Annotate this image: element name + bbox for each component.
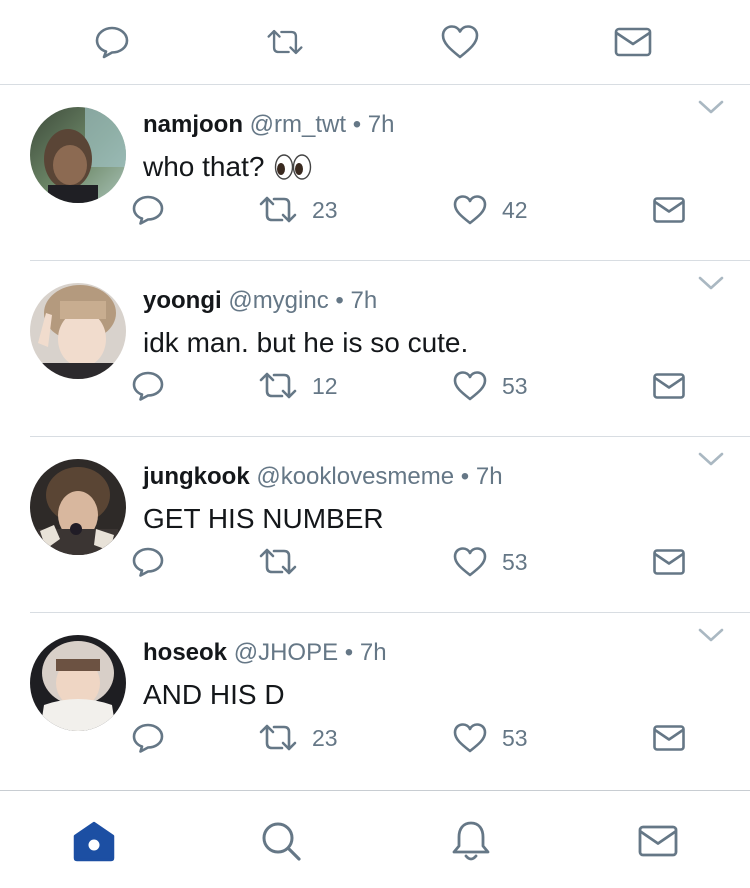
like-icon	[453, 723, 487, 753]
home-icon	[73, 821, 115, 862]
retweet-icon	[259, 372, 297, 399]
reply-icon	[132, 547, 164, 577]
display-name[interactable]: yoongi	[143, 287, 222, 314]
timestamp[interactable]: 7h	[368, 111, 395, 138]
reply-button[interactable]	[130, 545, 166, 579]
nav-home[interactable]	[72, 819, 116, 863]
tweet-text: who that?	[143, 151, 265, 182]
retweet-icon	[267, 29, 303, 55]
display-name[interactable]: namjoon	[143, 111, 243, 138]
like-button[interactable]: 53	[452, 721, 528, 755]
reply-button[interactable]	[130, 721, 166, 755]
notifications-icon	[452, 821, 490, 861]
nav-messages[interactable]	[636, 819, 680, 863]
reply-button[interactable]	[130, 193, 166, 227]
like-icon	[453, 371, 487, 401]
user-handle[interactable]: @JHOPE	[234, 639, 338, 666]
like-button[interactable]: 42	[452, 193, 528, 227]
reply-icon	[95, 26, 129, 59]
avatar[interactable]	[30, 107, 126, 203]
avatar[interactable]	[30, 635, 126, 731]
top-reply-button[interactable]	[92, 22, 132, 62]
retweet-icon	[259, 724, 297, 751]
reply-button[interactable]	[130, 369, 166, 403]
reply-icon	[132, 723, 164, 753]
chevron-down-icon[interactable]	[696, 273, 726, 293]
timestamp[interactable]: 7h	[476, 463, 503, 490]
tweet-header: hoseok @JHOPE • 7h	[143, 639, 387, 667]
direct-message-icon	[614, 27, 652, 57]
tweet-header: yoongi @myginc • 7h	[143, 287, 377, 315]
tweet-text: GET HIS NUMBER	[143, 503, 384, 534]
tweet-4[interactable]: hoseok @JHOPE • 7h AND HIS D 23 53	[0, 613, 750, 789]
like-count: 53	[502, 548, 528, 575]
avatar[interactable]	[30, 459, 126, 555]
top-retweet-button[interactable]	[265, 22, 305, 62]
eyes-emoji-icon	[275, 154, 312, 180]
display-name[interactable]: jungkook	[143, 463, 250, 490]
retweet-icon	[259, 196, 297, 223]
separator-dot: •	[335, 287, 344, 314]
timestamp[interactable]: 7h	[360, 639, 387, 666]
top-like-button[interactable]	[440, 22, 480, 62]
tweet-3[interactable]: jungkook @kooklovesmeme • 7h GET HIS NUM…	[0, 437, 750, 613]
chevron-down-icon[interactable]	[696, 449, 726, 469]
tweet-1[interactable]: namjoon @rm_twt • 7h who that? 23 42	[0, 85, 750, 261]
direct-message-button[interactable]	[652, 545, 686, 579]
timestamp[interactable]: 7h	[350, 287, 377, 314]
tweet-2[interactable]: yoongi @myginc • 7h idk man. but he is s…	[0, 261, 750, 437]
retweet-button[interactable]: 12	[258, 369, 338, 403]
user-handle[interactable]: @rm_twt	[250, 111, 346, 138]
direct-message-button[interactable]	[652, 369, 686, 403]
like-icon	[453, 547, 487, 577]
tweet-text-container: AND HIS D	[143, 679, 285, 711]
top-action-bar	[0, 0, 750, 85]
retweet-button[interactable]: 23	[258, 193, 338, 227]
bottom-navigation-bar	[0, 790, 750, 888]
direct-message-button[interactable]	[652, 193, 686, 227]
tweet-text-container: who that?	[143, 151, 312, 183]
like-icon	[441, 25, 479, 59]
separator-dot: •	[344, 639, 354, 666]
like-icon	[453, 195, 487, 225]
retweet-button[interactable]	[258, 545, 312, 579]
tweet-text-container: idk man. but he is so cute.	[143, 327, 468, 359]
chevron-down-icon[interactable]	[696, 625, 726, 645]
chevron-down-icon[interactable]	[696, 97, 726, 117]
like-button[interactable]: 53	[452, 369, 528, 403]
retweet-count: 12	[312, 372, 338, 399]
retweet-count: 23	[312, 724, 338, 751]
tweet-text-container: GET HIS NUMBER	[143, 503, 384, 535]
tweet-text: AND HIS D	[143, 679, 285, 710]
messages-icon	[638, 825, 678, 857]
user-handle[interactable]: @myginc	[228, 287, 328, 314]
like-count: 42	[502, 196, 528, 223]
retweet-icon	[259, 548, 297, 575]
nav-search[interactable]	[259, 819, 303, 863]
tweet-header: namjoon @rm_twt • 7h	[143, 111, 395, 139]
separator-dot: •	[460, 463, 470, 490]
like-count: 53	[502, 724, 528, 751]
nav-notifications[interactable]	[449, 819, 493, 863]
direct-message-icon	[653, 549, 685, 575]
search-icon	[262, 822, 301, 861]
reply-icon	[132, 195, 164, 225]
tweet-header: jungkook @kooklovesmeme • 7h	[143, 463, 503, 491]
direct-message-icon	[653, 725, 685, 751]
direct-message-button[interactable]	[652, 721, 686, 755]
retweet-button[interactable]: 23	[258, 721, 338, 755]
direct-message-icon	[653, 197, 685, 223]
like-button[interactable]: 53	[452, 545, 528, 579]
reply-icon	[132, 371, 164, 401]
direct-message-icon	[653, 373, 685, 399]
display-name[interactable]: hoseok	[143, 639, 227, 666]
top-direct-message-button[interactable]	[613, 22, 653, 62]
like-count: 53	[502, 372, 528, 399]
avatar[interactable]	[30, 283, 126, 379]
user-handle[interactable]: @kooklovesmeme	[256, 463, 454, 490]
retweet-count: 23	[312, 196, 338, 223]
tweet-text: idk man. but he is so cute.	[143, 327, 469, 358]
separator-dot: •	[352, 111, 362, 138]
